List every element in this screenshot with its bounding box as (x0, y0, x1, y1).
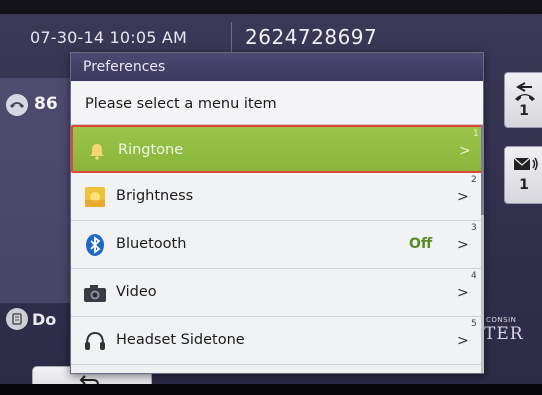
call-return-button[interactable]: 1 (504, 72, 542, 128)
menu-item-brightness[interactable]: Brightness > 2 (71, 173, 483, 221)
menu-item-headset-sidetone[interactable]: Headset Sidetone > 5 (71, 317, 483, 365)
menu-item-label: Video (116, 284, 157, 300)
preferences-dialog: Preferences Please select a menu item Ri… (70, 52, 484, 374)
brightness-icon (83, 185, 107, 209)
menu-item-label: Bluetooth (116, 236, 187, 252)
voicemail-button[interactable]: 1 (504, 146, 542, 204)
handset-icon (6, 94, 28, 116)
phone-screen: 07-30-14 10:05 AM 2624728697 86 Do 1 1 C… (0, 0, 542, 395)
brand-logo-small: CONSIN (486, 316, 517, 324)
menu-item-number: 2 (471, 175, 477, 185)
menu-item-number: 3 (471, 223, 477, 233)
menu-item-ringtone[interactable]: Ringtone > 1 (71, 125, 483, 173)
dnd-label: Do (32, 310, 57, 329)
chevron-right-icon: > (457, 333, 469, 349)
headset-icon (83, 329, 107, 353)
menu-item-label: Brightness (116, 188, 194, 204)
phone-number: 2624728697 (245, 25, 378, 49)
status-separator (231, 22, 232, 52)
chevron-right-icon: > (459, 143, 471, 159)
dnd-key[interactable]: Do (0, 302, 80, 342)
menu-item-video[interactable]: Video > 4 (71, 269, 483, 317)
menu-item-number: 4 (471, 271, 477, 281)
brand-logo-big: TER (484, 324, 524, 344)
chevron-right-icon: > (457, 237, 469, 253)
bezel-bottom (0, 384, 542, 395)
chevron-right-icon: > (457, 189, 469, 205)
bluetooth-icon (83, 233, 107, 257)
datetime: 07-30-14 10:05 AM (30, 28, 188, 47)
dialog-prompt: Please select a menu item (71, 81, 483, 125)
voicemail-count: 1 (519, 177, 529, 193)
bezel-top (0, 0, 542, 14)
preferences-menu: Ringtone > 1 Brightness > 2 Bluetooth Of… (71, 125, 483, 365)
dialog-title: Preferences (71, 53, 483, 81)
chevron-right-icon: > (457, 285, 469, 301)
camera-icon (83, 281, 107, 305)
voicemail-icon (513, 155, 539, 177)
menu-item-number: 1 (473, 129, 479, 139)
menu-item-label: Ringtone (118, 142, 184, 158)
dnd-icon (6, 308, 28, 330)
line-extension: 86 (34, 94, 58, 114)
menu-item-bluetooth[interactable]: Bluetooth Off > 3 (71, 221, 483, 269)
menu-scrollbar[interactable] (481, 125, 484, 373)
menu-item-number: 5 (471, 319, 477, 329)
call-return-count: 1 (519, 103, 529, 119)
bluetooth-status-value: Off (409, 236, 433, 252)
scrollbar-thumb[interactable] (481, 125, 484, 215)
menu-item-label: Headset Sidetone (116, 332, 245, 348)
bell-icon (85, 139, 109, 163)
line-key[interactable]: 86 (0, 88, 80, 118)
